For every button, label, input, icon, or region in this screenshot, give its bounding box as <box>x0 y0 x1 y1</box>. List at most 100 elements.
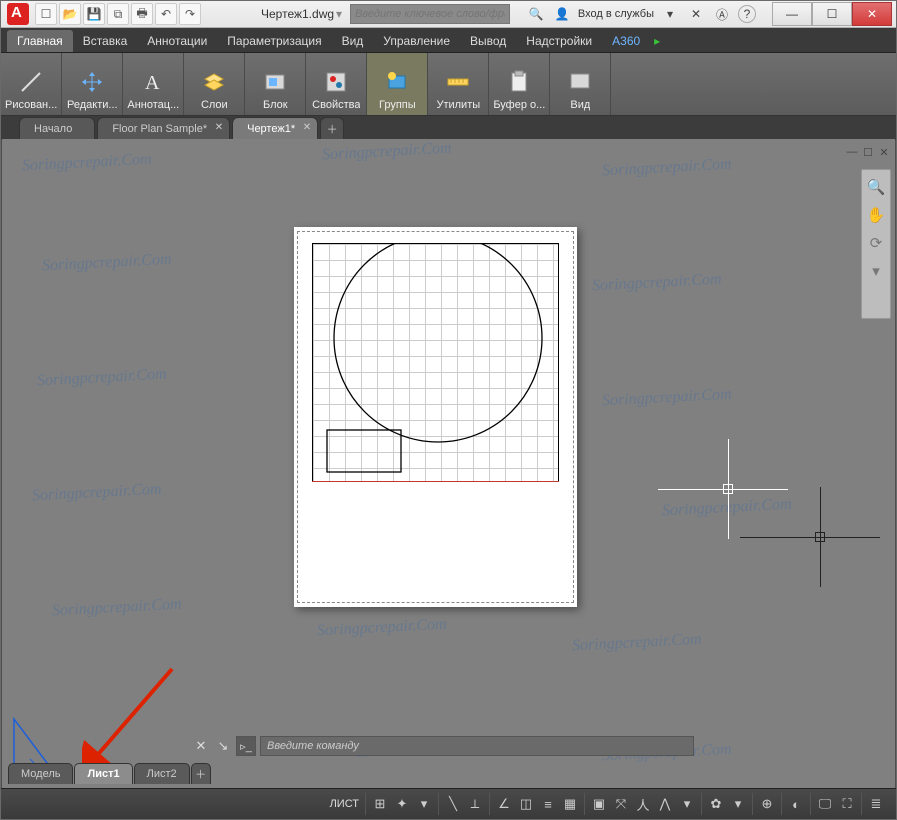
ribbon-tab-output[interactable]: Вывод <box>460 30 516 52</box>
status-snap-dropdown-icon[interactable]: ▾ <box>414 794 434 814</box>
vp-min-icon[interactable]: — <box>845 145 859 159</box>
layout-tab-model[interactable]: Модель <box>8 763 73 784</box>
ribbon-tab-parametric[interactable]: Параметризация <box>217 30 331 52</box>
qat-open-icon[interactable]: 📂 <box>59 3 81 25</box>
nav-zoom-icon[interactable]: 🔍 <box>867 178 886 196</box>
vp-max-icon[interactable]: ☐ <box>861 145 875 159</box>
doc-tab-add[interactable]: ＋ <box>320 117 344 140</box>
watermark: Soringpcrepair.Com <box>317 616 447 641</box>
status-grid-icon[interactable]: ⊞ <box>370 794 390 814</box>
qat-print-icon[interactable]: 🖶 <box>131 3 153 25</box>
ribbon-tab-insert[interactable]: Вставка <box>73 30 138 52</box>
status-clean-icon[interactable]: ⛶ <box>837 794 857 814</box>
status-snap-icon[interactable]: ✦ <box>392 794 412 814</box>
help-icon[interactable]: ? <box>738 5 756 23</box>
tab-close-icon[interactable]: ✕ <box>303 122 311 133</box>
nav-dropdown-icon[interactable]: ▾ <box>872 262 880 280</box>
layout-tab-sheet1[interactable]: Лист1 <box>74 763 132 784</box>
login-dropdown-icon[interactable]: ▾ <box>660 5 680 23</box>
qat-saveall-icon[interactable]: ⧉ <box>107 3 129 25</box>
panel-clipboard[interactable]: Буфер о... <box>489 53 550 115</box>
qat-new-icon[interactable]: ☐ <box>35 3 57 25</box>
ribbon-tab-annotations[interactable]: Аннотации <box>137 30 217 52</box>
panel-groups-label: Группы <box>379 99 416 111</box>
tab-close-icon[interactable]: ✕ <box>215 122 223 133</box>
vp-close-icon[interactable]: ✕ <box>877 145 891 159</box>
panel-edit[interactable]: Редакти... <box>62 53 123 115</box>
qat-redo-icon[interactable]: ↷ <box>179 3 201 25</box>
maximize-button[interactable]: ☐ <box>812 2 852 26</box>
app-logo[interactable] <box>7 3 29 25</box>
exchange-icon[interactable]: ✕ <box>686 5 706 23</box>
status-osnap-icon[interactable]: ∠ <box>494 794 514 814</box>
layout-tab-add[interactable]: ＋ <box>191 763 211 784</box>
status-workspace-icon[interactable]: ✿ <box>706 794 726 814</box>
cmd-recent-icon[interactable]: ↘ <box>214 737 232 755</box>
cmd-prompt-icon[interactable]: ▹_ <box>236 736 256 756</box>
panel-layers[interactable]: Слои <box>184 53 245 115</box>
close-button[interactable]: ✕ <box>852 2 892 26</box>
status-otrack-icon[interactable]: ◫ <box>516 794 536 814</box>
clipboard-icon <box>504 67 534 97</box>
ribbon-tab-addins[interactable]: Надстройки <box>516 30 602 52</box>
watermark: Soringpcrepair.Com <box>662 496 792 521</box>
status-polar-icon[interactable]: ⟂ <box>465 794 485 814</box>
nav-pan-icon[interactable]: ✋ <box>867 206 886 224</box>
status-scale-dropdown-icon[interactable]: ▾ <box>677 794 697 814</box>
command-placeholder: Введите команду <box>267 740 359 752</box>
status-transparency-icon[interactable]: ▦ <box>560 794 580 814</box>
cmd-close-icon[interactable]: ✕ <box>192 737 210 755</box>
panel-annotation[interactable]: A Аннотац... <box>123 53 184 115</box>
quick-access-toolbar: ☐ 📂 💾 ⧉ 🖶 ↶ ↷ <box>35 3 201 25</box>
nav-orbit-icon[interactable]: ⟳ <box>870 234 883 252</box>
user-icon[interactable]: 👤 <box>552 5 572 23</box>
panel-groups[interactable]: Группы <box>367 53 428 115</box>
ribbon-tab-home[interactable]: Главная <box>7 30 73 52</box>
status-isolate-icon[interactable]: ◐ <box>786 794 806 814</box>
status-hardware-icon[interactable]: 🖵 <box>815 794 835 814</box>
line-icon <box>16 67 46 97</box>
doc-tabs: Начало Floor Plan Sample*✕ Чертеж1*✕ ＋ <box>1 116 896 140</box>
ribbon-tab-view[interactable]: Вид <box>332 30 374 52</box>
panel-properties[interactable]: Свойства <box>306 53 367 115</box>
measure-icon <box>443 67 473 97</box>
command-input[interactable]: Введите команду <box>260 736 694 756</box>
doc-tab-floorplan[interactable]: Floor Plan Sample*✕ <box>97 117 230 140</box>
nav-bar[interactable]: 🔍 ✋ ⟳ ▾ <box>861 169 891 319</box>
doc-tab-label: Начало <box>34 123 72 135</box>
ribbon-tab-manage[interactable]: Управление <box>373 30 460 52</box>
status-annomonitor-icon[interactable]: ⊕ <box>757 794 777 814</box>
login-label[interactable]: Вход в службы <box>578 8 654 20</box>
status-customize-icon[interactable]: ≣ <box>866 794 886 814</box>
panel-layers-label: Слои <box>201 99 228 111</box>
panel-block[interactable]: Блок <box>245 53 306 115</box>
status-gizmo-icon[interactable]: ⤧ <box>611 794 631 814</box>
appstore-icon[interactable]: Ⓐ <box>712 5 732 23</box>
panel-view[interactable]: Вид <box>550 53 611 115</box>
title-dropdown-icon[interactable]: ▾ <box>336 7 342 21</box>
binoculars-icon[interactable]: 🔍 <box>526 5 546 23</box>
qat-undo-icon[interactable]: ↶ <box>155 3 177 25</box>
status-ortho-icon[interactable]: ╲ <box>443 794 463 814</box>
status-mode-label[interactable]: ЛИСТ <box>324 798 365 810</box>
keyword-search-input[interactable] <box>350 4 510 24</box>
minimize-button[interactable]: — <box>772 2 812 26</box>
ribbon-tab-play-icon[interactable]: ▸ <box>650 30 664 52</box>
doc-tab-start[interactable]: Начало <box>19 117 95 140</box>
status-annoscale-icon[interactable]: 人 <box>633 794 653 814</box>
status-annoscale2-icon[interactable]: ⋀ <box>655 794 675 814</box>
qat-save-icon[interactable]: 💾 <box>83 3 105 25</box>
drawing-canvas[interactable]: — ☐ ✕ Soringpcrepair.Com Soringpcrepair.… <box>2 139 895 789</box>
panel-properties-label: Свойства <box>312 99 360 111</box>
viewport-frame <box>312 243 559 482</box>
status-lineweight-icon[interactable]: ≡ <box>538 794 558 814</box>
panel-annotation-label: Аннотац... <box>127 99 179 111</box>
ribbon-tab-a360[interactable]: A360 <box>602 30 650 52</box>
layout-tab-sheet2[interactable]: Лист2 <box>134 763 190 784</box>
status-bar: ЛИСТ ⊞ ✦ ▾ ╲ ⟂ ∠ ◫ ≡ ▦ ▣ ⤧ 人 ⋀ ▾ ✿ ▾ ⊕ <box>1 788 896 819</box>
status-selection-icon[interactable]: ▣ <box>589 794 609 814</box>
panel-draw[interactable]: Рисован... <box>1 53 62 115</box>
doc-tab-drawing1[interactable]: Чертеж1*✕ <box>232 117 318 140</box>
panel-utilities[interactable]: Утилиты <box>428 53 489 115</box>
status-workspace-dropdown-icon[interactable]: ▾ <box>728 794 748 814</box>
